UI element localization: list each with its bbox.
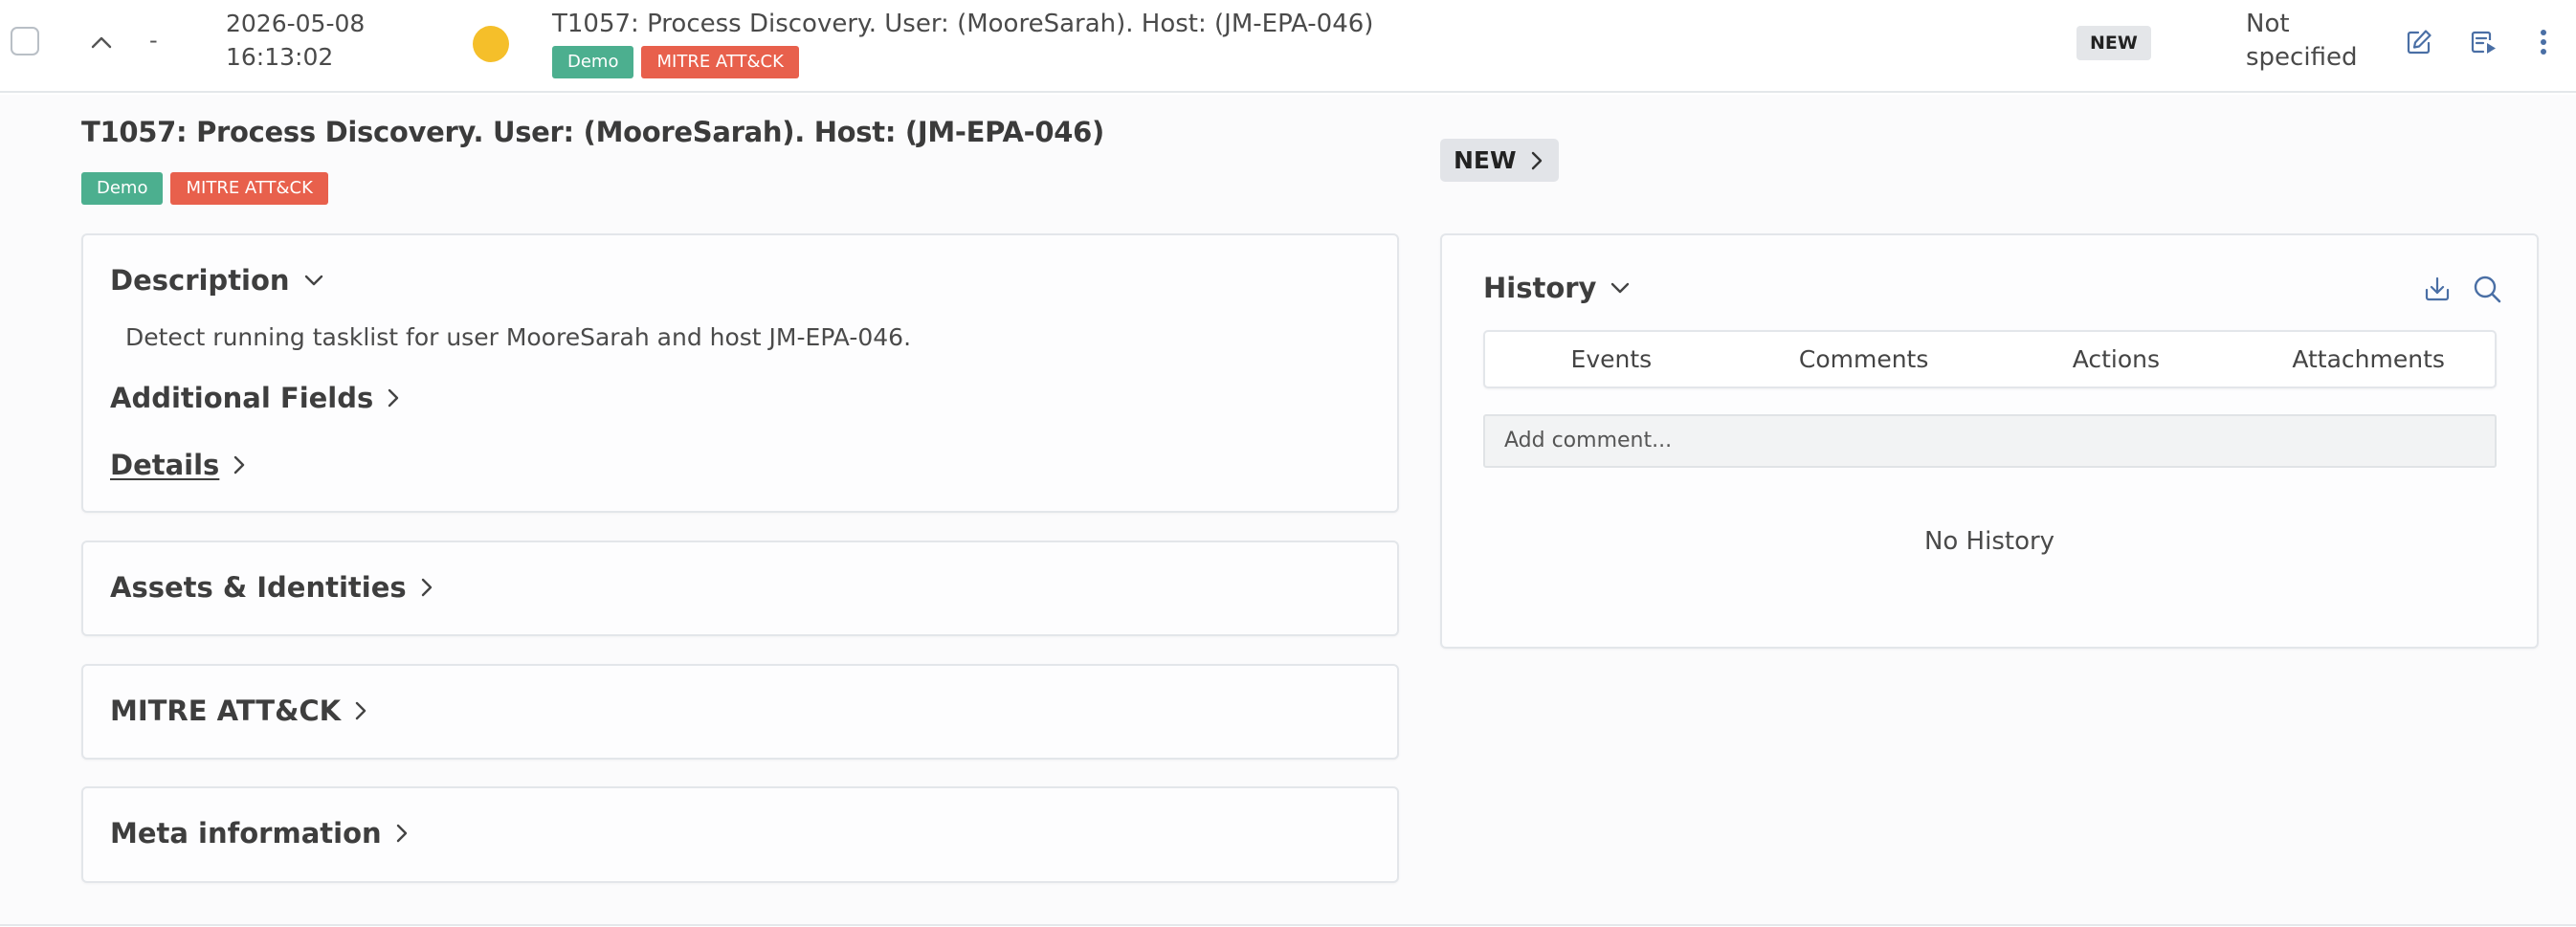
chevron-down-icon [304,275,322,286]
history-tabs: Events Comments Actions Attachments [1483,330,2497,388]
assignee-line-1: Not [2246,10,2290,38]
description-text: Detect running tasklist for user MooreSa… [125,323,912,351]
tab-comments[interactable]: Comments [1738,332,1990,386]
history-heading: History [1483,272,1597,304]
collapse-row-button[interactable] [84,25,119,59]
alert-detail-panel: T1057: Process Discovery. User: (MooreSa… [0,95,2576,926]
tag-mitre: MITRE ATT&CK [641,46,799,78]
tag-demo: Demo [552,46,634,78]
row-date: 2026-05-08 [226,10,366,37]
edit-button[interactable] [2402,25,2436,59]
status-badge: NEW [2076,26,2151,60]
chevron-right-icon [1531,151,1542,169]
description-header[interactable]: Description [110,264,324,297]
download-icon[interactable] [2422,274,2453,304]
row-checkbox[interactable] [11,27,39,55]
row-time: 16:13:02 [226,43,334,71]
assets-identities-label: Assets & Identities [110,571,407,604]
history-header[interactable]: History [1483,272,1631,304]
severity-dot [473,26,509,62]
meta-information-card[interactable]: Meta information [81,786,1399,883]
meta-information-label: Meta information [110,817,382,850]
detail-tags: Demo MITRE ATT&CK [81,172,328,205]
tab-events[interactable]: Events [1485,332,1738,386]
chevron-up-icon [91,36,112,49]
chevron-right-icon [234,455,245,475]
mitre-attack-header[interactable]: MITRE ATT&CK [110,695,367,727]
more-vertical-icon [2541,30,2546,55]
edit-icon [2407,30,2432,55]
empty-history-message: No History [1923,527,2055,556]
status-button-label: NEW [1454,146,1517,174]
tag-demo: Demo [81,172,164,205]
tab-attachments[interactable]: Attachments [2242,332,2495,386]
additional-fields-toggle[interactable]: Additional Fields [110,382,400,414]
more-options-button[interactable] [2526,25,2561,59]
assets-identities-header[interactable]: Assets & Identities [110,571,433,604]
run-playbook-icon [2471,31,2496,54]
meta-information-header[interactable]: Meta information [110,817,409,850]
history-card: History Events Comments Actions Attachme… [1440,233,2539,649]
alert-row[interactable]: - 2026-05-08 16:13:02 T1057: Process Dis… [0,0,2576,93]
chevron-right-icon [421,578,432,597]
search-icon[interactable] [2472,274,2502,304]
chevron-right-icon [389,388,399,408]
assets-identities-card[interactable]: Assets & Identities [81,541,1399,636]
tag-mitre: MITRE ATT&CK [170,172,328,205]
run-playbook-button[interactable] [2466,25,2500,59]
detail-title: T1057: Process Discovery. User: (MooreSa… [81,116,1104,148]
chevron-down-icon [1611,282,1630,294]
chevron-right-icon [355,701,366,720]
row-tags: Demo MITRE ATT&CK [552,46,799,78]
chevron-right-icon [396,824,407,843]
mitre-attack-label: MITRE ATT&CK [110,695,342,727]
details-toggle[interactable]: Details [110,449,246,481]
assignee-line-2: specified [2246,43,2358,72]
add-comment-input[interactable]: Add comment... [1483,414,2497,468]
description-card: Description Detect running tasklist for … [81,233,1399,513]
row-title[interactable]: T1057: Process Discovery. User: (MooreSa… [552,10,1373,38]
row-dash: - [149,27,158,54]
description-heading: Description [110,264,290,297]
additional-fields-label: Additional Fields [110,382,374,414]
details-label: Details [110,449,220,481]
status-change-button[interactable]: NEW [1440,139,1559,182]
tab-actions[interactable]: Actions [1990,332,2243,386]
mitre-attack-card[interactable]: MITRE ATT&CK [81,664,1399,760]
history-toolbar [2422,274,2502,304]
